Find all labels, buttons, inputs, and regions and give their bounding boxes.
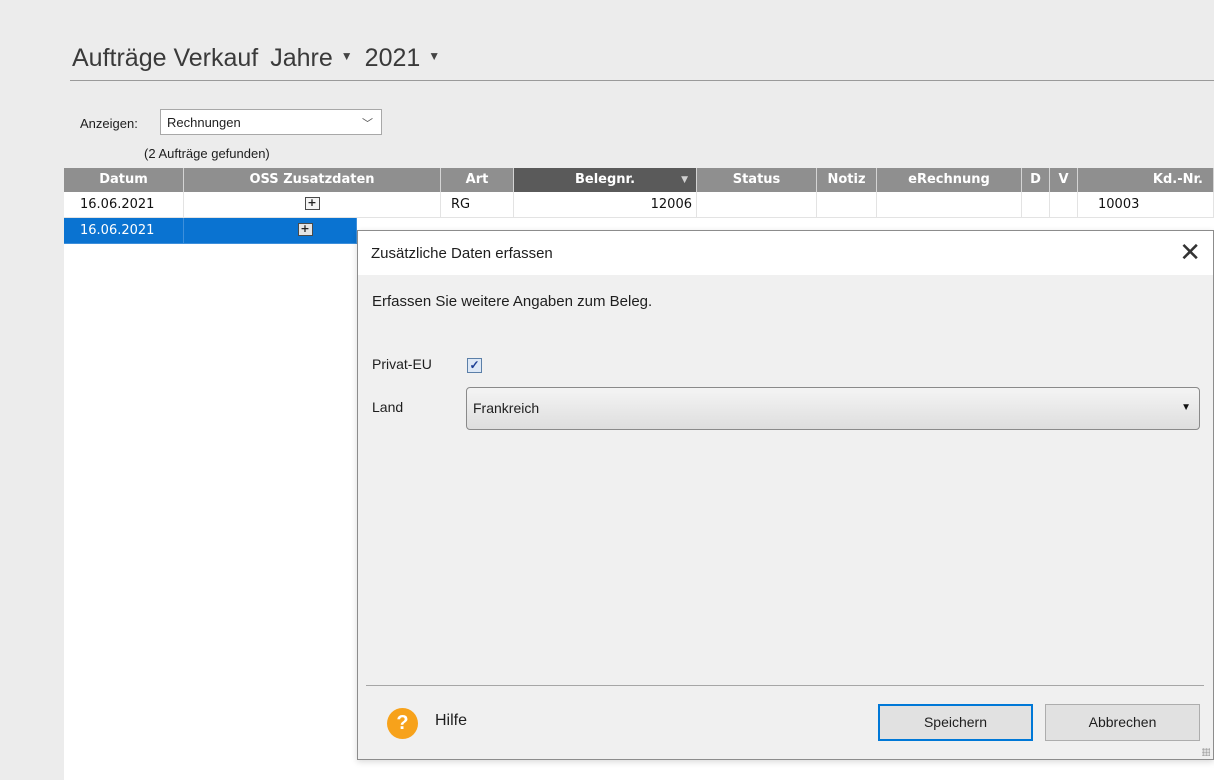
plus-box-icon[interactable]: + <box>297 223 313 236</box>
column-header-notiz[interactable]: Notiz <box>817 168 877 192</box>
page-title: Aufträge Verkauf <box>72 43 259 72</box>
column-header-erechnung[interactable]: eRechnung <box>877 168 1022 192</box>
cell-belegnr: 12006 <box>514 192 697 218</box>
land-select[interactable]: Frankreich ▼ <box>466 387 1200 430</box>
app-window: Aufträge Verkauf Jahre ▼ 2021 ▼ Anzeigen… <box>0 0 1214 780</box>
column-header-art[interactable]: Art <box>441 168 514 192</box>
left-panel-strip <box>0 0 64 780</box>
cell-datum: 16.06.2021 <box>64 218 184 244</box>
cell-oss: + <box>184 192 441 218</box>
resize-grip-icon[interactable] <box>1202 748 1210 756</box>
table-row[interactable]: 16.06.2021 + RG 12006 10003 <box>64 192 1214 218</box>
cell-kdnr: 10003 <box>1078 192 1214 218</box>
table-header: Datum OSS Zusatzdaten Art Belegnr. ▼ Sta… <box>64 168 1214 192</box>
cell-notiz <box>817 192 877 218</box>
results-count: (2 Aufträge gefunden) <box>144 146 270 161</box>
dialog-title: Zusätzliche Daten erfassen <box>371 245 553 262</box>
column-header-oss[interactable]: OSS Zusatzdaten <box>184 168 441 192</box>
dialog-titlebar[interactable]: Zusätzliche Daten erfassen ✕ <box>358 231 1213 275</box>
column-header-datum[interactable]: Datum <box>64 168 184 192</box>
sort-desc-icon: ▼ <box>681 175 688 185</box>
check-icon: ✓ <box>469 358 480 372</box>
land-label: Land <box>372 399 404 415</box>
column-header-belegnr[interactable]: Belegnr. ▼ <box>514 168 697 192</box>
cell-datum: 16.06.2021 <box>64 192 184 218</box>
column-header-d[interactable]: D <box>1022 168 1050 192</box>
header-divider <box>70 80 1214 81</box>
column-header-kdnr[interactable]: Kd.-Nr. <box>1078 168 1214 192</box>
dropdown-arrow-icon: ▼ <box>1181 402 1191 413</box>
question-icon[interactable]: ? <box>387 708 418 739</box>
dialog-footer-divider <box>366 685 1204 686</box>
cancel-button[interactable]: Abbrechen <box>1045 704 1200 741</box>
additional-data-dialog: Zusätzliche Daten erfassen ✕ Erfassen Si… <box>357 230 1214 760</box>
column-header-v[interactable]: V <box>1050 168 1078 192</box>
cell-status <box>697 192 817 218</box>
dialog-description: Erfassen Sie weitere Angaben zum Beleg. <box>372 293 653 310</box>
cell-v <box>1050 192 1078 218</box>
filter-label: Anzeigen: <box>80 116 138 131</box>
land-select-value: Frankreich <box>473 400 540 416</box>
page-header: Aufträge Verkauf Jahre ▼ 2021 ▼ <box>72 40 452 76</box>
column-header-belegnr-label: Belegnr. <box>574 172 636 187</box>
period-dropdown-label[interactable]: Jahre <box>270 44 333 73</box>
cell-d <box>1022 192 1050 218</box>
chevron-down-icon: ﹀ <box>362 118 373 130</box>
filter-select[interactable]: Rechnungen ﹀ <box>160 109 382 135</box>
caret-down-icon[interactable]: ▼ <box>428 49 440 63</box>
filter-select-value: Rechnungen <box>167 114 241 130</box>
column-header-status[interactable]: Status <box>697 168 817 192</box>
cell-oss: + <box>184 218 357 244</box>
privat-eu-label: Privat-EU <box>372 356 432 372</box>
year-dropdown-label[interactable]: 2021 <box>365 44 421 73</box>
cell-erechnung <box>877 192 1022 218</box>
cell-art: RG <box>441 192 514 218</box>
plus-box-icon[interactable]: + <box>304 197 320 210</box>
save-button[interactable]: Speichern <box>878 704 1033 741</box>
help-link[interactable]: Hilfe <box>435 712 467 730</box>
caret-down-icon[interactable]: ▼ <box>341 49 353 63</box>
privat-eu-checkbox[interactable]: ✓ <box>467 358 482 373</box>
close-icon[interactable]: ✕ <box>1179 237 1201 267</box>
